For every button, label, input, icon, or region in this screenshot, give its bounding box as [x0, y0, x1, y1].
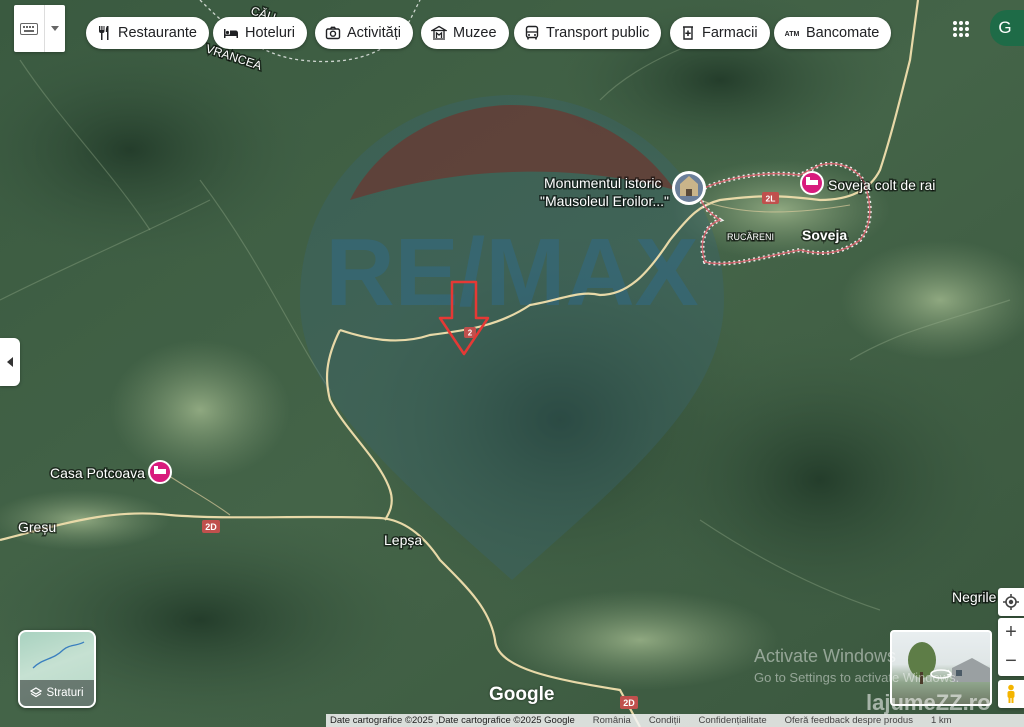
svg-text:2D: 2D [205, 522, 217, 532]
input-tools-button[interactable] [14, 5, 65, 52]
apps-grid-icon[interactable] [948, 16, 974, 42]
chip-museums[interactable]: Muzee [421, 17, 509, 49]
zoom-out-button[interactable]: − [1005, 647, 1017, 676]
brand-watermark: RE/MAX [325, 219, 698, 326]
chevron-down-icon[interactable] [45, 26, 65, 31]
town-label-soveja: Soveja [802, 227, 847, 243]
pharmacy-icon [683, 26, 693, 40]
chip-label: Hoteluri [245, 25, 295, 41]
activate-windows-title: Activate Windows [754, 646, 897, 666]
fork-knife-icon [99, 26, 109, 40]
pegman-icon [1007, 684, 1015, 703]
zoom-in-button[interactable]: + [1005, 618, 1017, 647]
chevron-left-icon [7, 357, 13, 367]
chip-label: Transport public [546, 25, 650, 41]
place-label-casa-potcoava: Casa Potcoava [50, 465, 145, 481]
museum-icon [431, 25, 447, 40]
hotel-casa-potcoava[interactable]: Casa Potcoava [49, 460, 172, 484]
chip-label: Restaurante [118, 25, 197, 41]
route-shield-2l: 2L [762, 192, 779, 204]
map-data-copyright: Date cartografice ©2025 ,Date cartografi… [330, 715, 575, 726]
activate-windows-subtitle: Go to Settings to activate Windows. [754, 670, 960, 685]
chip-atms[interactable]: ATM Bancomate [774, 17, 892, 49]
svg-text:2D: 2D [623, 698, 635, 708]
chip-label: Muzee [453, 25, 497, 41]
place-label-monument-2: "Mausoleul Eroilor..." [540, 193, 669, 209]
town-label-gresu: Greșu [18, 519, 56, 535]
town-label-lepsa: Lepșa [384, 532, 422, 548]
town-label-negrile: Negrile [952, 589, 997, 605]
bed-icon [224, 29, 238, 38]
chip-restaurants[interactable]: Restaurante [86, 17, 209, 49]
svg-text:ATM: ATM [785, 31, 800, 38]
layers-icon [30, 687, 43, 698]
pegman-button[interactable] [998, 680, 1024, 708]
place-label-monument-1: Monumentul istoric [544, 175, 662, 191]
chip-pharmacies[interactable]: Farmacii [670, 17, 770, 49]
village-label-rucareni: RUCĂRENI [727, 232, 774, 242]
map-footer: Date cartografice ©2025 ,Date cartografi… [326, 714, 1024, 727]
route-shield-2d-south: 2D [620, 696, 638, 709]
bus-icon [525, 25, 539, 40]
atm-icon: ATM [785, 31, 800, 38]
chip-label: Farmacii [702, 25, 758, 41]
footer-privacy-link[interactable]: Confidențialitate [699, 715, 767, 726]
site-watermark: lajumeZZ.ro [866, 690, 991, 715]
collapse-side-panel-button[interactable] [0, 338, 20, 386]
chip-activities[interactable]: Activități [315, 17, 413, 49]
map-scale[interactable]: 1 km [931, 715, 952, 726]
footer-country[interactable]: România [593, 715, 631, 726]
chip-public-transport[interactable]: Transport public [514, 17, 662, 49]
google-logo: Google [489, 684, 555, 705]
route-shield-2d-lepsa: 2D [202, 520, 220, 533]
keyboard-icon[interactable] [14, 22, 44, 35]
satellite-map[interactable]: VRANCEA CĂU RE/MAX 2L 2D 2D 2 Monumentul… [0, 0, 1024, 727]
chip-label: Bancomate [806, 25, 880, 41]
svg-text:2L: 2L [766, 194, 776, 204]
my-location-icon [1003, 594, 1019, 610]
account-avatar[interactable]: G [990, 10, 1024, 46]
footer-terms-link[interactable]: Condiții [649, 715, 681, 726]
footer-feedback-link[interactable]: Oferă feedback despre produs [785, 715, 913, 726]
layers-button[interactable]: Straturi [18, 630, 96, 708]
my-location-button[interactable] [998, 588, 1024, 616]
camera-icon [325, 26, 341, 40]
chip-hotels[interactable]: Hoteluri [213, 17, 307, 49]
route-shield-2p: 2 [464, 327, 476, 338]
svg-text:2: 2 [468, 329, 473, 338]
place-label-soveja-colt: Soveja colt de rai [828, 177, 935, 193]
chip-label: Activități [347, 25, 401, 41]
